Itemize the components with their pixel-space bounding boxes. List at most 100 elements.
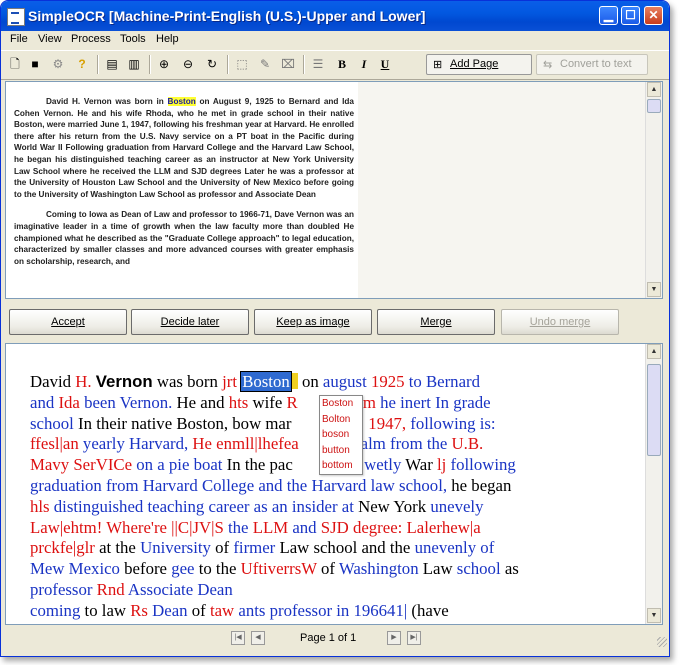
prev-page-button[interactable]: ◀ <box>251 631 265 645</box>
convert-to-text-button[interactable]: ⇆ Convert to text <box>536 54 648 75</box>
first-page-button[interactable]: |◀ <box>231 631 245 645</box>
ocr-word[interactable]: He enmll|lhefea <box>192 434 298 453</box>
ocr-word[interactable]: Vernon <box>96 372 153 391</box>
ocr-word[interactable]: the <box>228 518 253 537</box>
scroll-thumb[interactable] <box>647 364 661 456</box>
close-button[interactable]: ✕ <box>644 6 663 25</box>
suggestion-item[interactable]: boson <box>320 427 362 443</box>
new-document-icon[interactable]: 🗋 <box>8 57 22 71</box>
ocr-word[interactable]: In their native Boston, bow mar <box>78 414 291 433</box>
ocr-word[interactable]: of <box>215 538 233 557</box>
select-region-icon[interactable]: ⬚ <box>235 57 249 71</box>
scroll-down-icon[interactable]: ▼ <box>647 282 661 297</box>
ocr-word[interactable]: unevenly of <box>415 538 495 557</box>
ocr-word[interactable]: UftiverrsW <box>241 559 321 578</box>
ocr-word[interactable]: distinguished teaching career as an insi… <box>54 497 358 516</box>
list-icon[interactable]: ☰ <box>311 57 325 71</box>
ocr-line[interactable]: hls distinguished teaching career as an … <box>30 497 640 518</box>
ocr-word[interactable]: Mew Mexico <box>30 559 124 578</box>
add-page-button[interactable]: ⊞ Add Page <box>426 54 532 75</box>
ocr-word[interactable]: hts <box>229 393 253 412</box>
ocr-word[interactable]: school <box>30 414 78 433</box>
ocr-word[interactable]: professor <box>30 580 97 599</box>
menu-view[interactable]: View <box>38 33 62 45</box>
ocr-word[interactable]: ants professor in 196641| <box>238 601 411 620</box>
ocr-word[interactable]: Rs <box>130 601 152 620</box>
ocr-word[interactable]: Law|ehtm! Where're ||C|JV|S <box>30 518 228 537</box>
multi-page-icon[interactable]: ▥ <box>127 57 141 71</box>
ocr-word[interactable]: realm from the <box>348 434 452 453</box>
ocr-word[interactable]: Law school and the <box>279 538 414 557</box>
ocr-word[interactable]: on a pie boat <box>136 455 226 474</box>
ocr-word[interactable]: coming <box>30 601 85 620</box>
ocr-word[interactable]: graduation from Harvard College and the … <box>30 476 451 495</box>
scroll-up-icon[interactable]: ▲ <box>647 82 661 97</box>
zoom-out-icon[interactable]: ⊖ <box>181 57 195 71</box>
menu-file[interactable]: File <box>10 33 28 45</box>
ocr-word[interactable]: on <box>298 372 323 391</box>
ocr-word[interactable]: Associate Dean <box>128 580 233 599</box>
ocr-word[interactable]: LLM <box>253 518 293 537</box>
scroll-thumb[interactable] <box>647 99 661 113</box>
ocr-word[interactable]: Law <box>423 559 457 578</box>
ocr-line[interactable]: David H. Vernon was born jrt Boston on a… <box>30 371 640 393</box>
maximize-button[interactable]: ☐ <box>621 6 640 25</box>
ocr-word[interactable]: unevely <box>430 497 483 516</box>
save-icon[interactable]: ■ <box>28 57 42 71</box>
ocr-word[interactable]: and <box>30 393 58 412</box>
ocr-word[interactable]: (have <box>411 601 448 620</box>
bold-icon[interactable]: B <box>335 57 349 71</box>
ocr-word[interactable]: Mavy SerVICe <box>30 455 136 474</box>
ocr-word[interactable]: ffesl|an <box>30 434 83 453</box>
ocr-line[interactable]: professor Rnd Associate Dean <box>30 580 640 601</box>
scroll-down-icon[interactable]: ▼ <box>647 608 661 623</box>
ocr-word[interactable]: at the <box>99 538 140 557</box>
italic-icon[interactable]: I <box>357 57 371 71</box>
ocr-word[interactable]: august <box>323 372 371 391</box>
ocr-word[interactable]: University <box>140 538 215 557</box>
help-icon[interactable]: ? <box>75 57 89 71</box>
ocr-word[interactable]: of <box>321 559 339 578</box>
image-scrollbar[interactable]: ▲ ▼ <box>645 82 662 298</box>
ocr-word[interactable]: school <box>457 559 505 578</box>
ocr-word[interactable]: H. <box>75 372 96 391</box>
zoom-in-icon[interactable]: ⊕ <box>157 57 171 71</box>
ocr-word[interactable]: lj <box>437 455 451 474</box>
ocr-word[interactable]: hls <box>30 497 54 516</box>
menu-tools[interactable]: Tools <box>120 33 146 45</box>
ocr-word[interactable]: U.B. <box>452 434 484 453</box>
ocr-word[interactable]: to law <box>85 601 131 620</box>
edit-region-icon[interactable]: ✎ <box>258 57 272 71</box>
ocr-word[interactable]: taw <box>210 601 238 620</box>
resize-grip[interactable] <box>657 637 667 647</box>
spelling-suggestions[interactable]: Boston Bolton boson button bottom <box>319 395 363 475</box>
ocr-word[interactable]: and <box>292 518 320 537</box>
ocr-word[interactable]: as <box>505 559 519 578</box>
suggestion-item[interactable]: button <box>320 443 362 459</box>
suggestion-item[interactable]: bottom <box>320 458 362 474</box>
ocr-word[interactable]: New York <box>358 497 430 516</box>
undo-merge-button[interactable]: Undo merge <box>501 309 619 335</box>
ocr-word[interactable]: he began <box>451 476 511 495</box>
rotate-icon[interactable]: ↻ <box>205 57 219 71</box>
text-scrollbar[interactable]: ▲ ▼ <box>645 344 662 624</box>
ocr-word[interactable]: of <box>192 601 210 620</box>
ocr-word[interactable]: R <box>286 393 297 412</box>
ocr-text-pane[interactable]: David H. Vernon was born jrt Boston on a… <box>5 343 663 625</box>
ocr-word[interactable]: Ida <box>58 393 84 412</box>
ocr-word[interactable]: Washington <box>339 559 423 578</box>
next-page-button[interactable]: ▶ <box>387 631 401 645</box>
delete-region-icon[interactable]: ⌧ <box>281 57 295 71</box>
ocr-line[interactable]: graduation from Harvard College and the … <box>30 476 640 497</box>
ocr-word[interactable]: War <box>405 455 437 474</box>
ocr-word[interactable]: to the <box>199 559 241 578</box>
ocr-word[interactable]: prckfe|glr <box>30 538 99 557</box>
keep-as-image-button[interactable]: Keep as image <box>254 309 372 335</box>
ocr-line[interactable]: Law|ehtm! Where're ||C|JV|S the LLM and … <box>30 518 640 539</box>
suggestion-item[interactable]: Bolton <box>320 412 362 428</box>
ocr-word[interactable]: following <box>451 455 516 474</box>
ocr-word[interactable]: jrt <box>222 372 241 391</box>
title-bar[interactable]: SimpleOCR [Machine-Print-English (U.S.)-… <box>1 1 669 31</box>
ocr-word[interactable]: been Vernon. <box>84 393 176 412</box>
accept-button[interactable]: Accept <box>9 309 127 335</box>
